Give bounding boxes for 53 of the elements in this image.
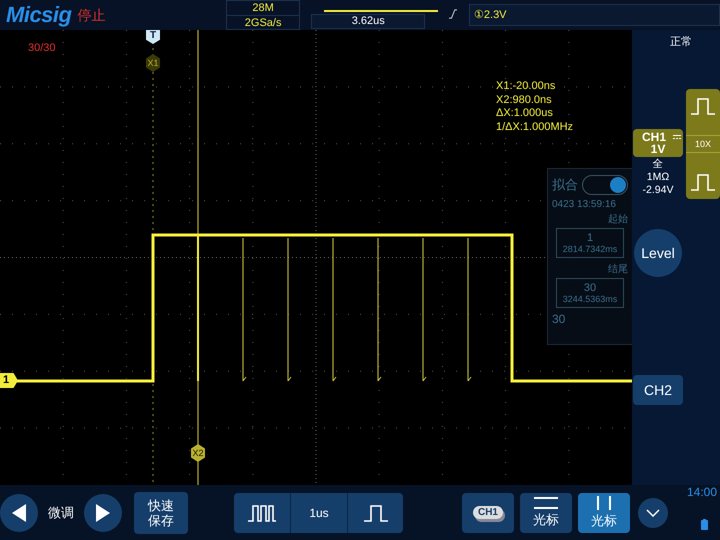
- bandwidth-label: 全: [652, 159, 664, 170]
- mode-label: 拟合: [552, 176, 578, 194]
- cursor-readout: X1:-20.00ns: [496, 80, 556, 94]
- pulse-icon: [362, 504, 388, 522]
- memory-depth: 28M: [251, 1, 275, 15]
- ch2-button[interactable]: CH2: [633, 375, 683, 405]
- acquire-mode: 正常: [669, 35, 693, 49]
- pulse-icon: [690, 173, 716, 191]
- quick-save-button[interactable]: 快速保存: [134, 492, 188, 534]
- offset-label: -2.94V: [642, 185, 674, 196]
- dropdown-button[interactable]: [638, 498, 668, 528]
- fine-adjust-label: 微调: [48, 504, 74, 522]
- start-label: 起始: [607, 212, 628, 226]
- cursor-readout: ΔX:1.000us: [496, 107, 554, 120]
- frame-count: 30/30: [28, 42, 56, 54]
- channel-select-button[interactable]: CH1: [462, 492, 514, 532]
- battery-icon: [701, 519, 708, 530]
- cursor-button[interactable]: 光标: [578, 492, 630, 532]
- clock: 14:00: [686, 485, 717, 499]
- pulse-train-icon: [247, 504, 277, 522]
- timestamp: 0423 13:59:16: [552, 199, 617, 210]
- vertical-cursor-icon: [596, 496, 612, 510]
- cursor-marker[interactable]: X2: [191, 444, 205, 462]
- rising-edge-icon: [448, 8, 457, 20]
- right-triangle-icon: [96, 504, 110, 522]
- toggle-switch[interactable]: [582, 175, 628, 195]
- channel-marker[interactable]: 1: [0, 373, 18, 388]
- back-button[interactable]: [0, 494, 38, 532]
- channel-button[interactable]: CH1 1V: [633, 129, 683, 157]
- end-frame-field[interactable]: 30 3244.5363ms: [556, 278, 624, 308]
- trigger-position[interactable]: 3.62us: [311, 14, 426, 29]
- chevron-down-icon: [646, 508, 660, 516]
- end-label: 结尾: [607, 262, 628, 276]
- level-button[interactable]: Level: [634, 229, 682, 277]
- cursor-button[interactable]: 光标: [520, 492, 572, 532]
- impedance-label: 1MΩ: [646, 172, 670, 183]
- cursor-readout: 1/ΔX:1.000MHz: [496, 120, 574, 134]
- probe-ratio: 10X: [686, 135, 720, 153]
- pulse-icon: [690, 97, 716, 115]
- trigger-level[interactable]: ①2.3V: [468, 4, 720, 26]
- dc-coupling-icon: [673, 135, 681, 139]
- sample-rate: 2GSa/s: [227, 15, 299, 30]
- run-state: 停止: [76, 6, 106, 25]
- frame-total: 30: [552, 312, 566, 326]
- timebase-value: 1us: [290, 492, 347, 532]
- cursor-marker[interactable]: X1: [146, 54, 160, 72]
- brand-logo: Micsig: [5, 1, 72, 29]
- start-frame-field[interactable]: 1 2814.7342ms: [556, 228, 624, 258]
- cursor-readout: X2:980.0ns: [496, 94, 553, 107]
- trigger-marker[interactable]: T: [146, 30, 160, 44]
- forward-button[interactable]: [84, 494, 122, 532]
- left-triangle-icon: [12, 504, 26, 522]
- horizontal-cursor-icon: [534, 496, 558, 508]
